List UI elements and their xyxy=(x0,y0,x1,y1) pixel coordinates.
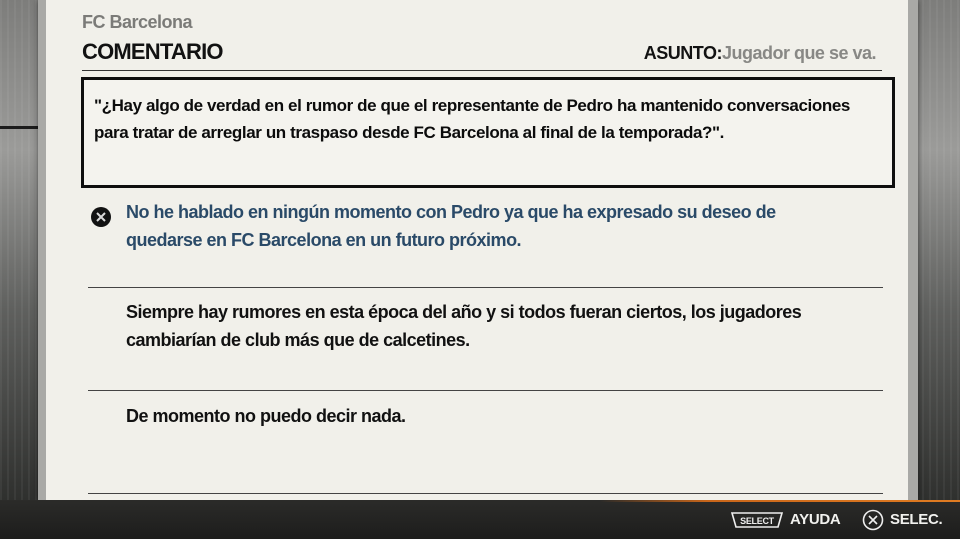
question-box: "¿Hay algo de verdad en el rumor de que … xyxy=(81,77,895,188)
select-label: SELEC. xyxy=(890,511,943,528)
select-key-icon: SELECT xyxy=(730,511,784,528)
subject-value: Jugador que se va. xyxy=(721,43,877,63)
team-name: FC Barcelona xyxy=(82,12,193,32)
help-label: AYUDA xyxy=(790,511,841,528)
help-hint[interactable]: SELECT AYUDA xyxy=(730,500,841,539)
section-title: COMENTARIO xyxy=(82,39,224,64)
answer-option-2[interactable]: Siempre hay rumores en esta época del añ… xyxy=(126,298,846,354)
option-divider xyxy=(88,390,883,391)
select-hint[interactable]: SELEC. xyxy=(862,500,943,539)
cross-key-icon xyxy=(862,509,884,530)
paper-sheet: FC Barcelona COMENTARIO ASUNTO:Jugador q… xyxy=(46,0,908,500)
option-divider xyxy=(88,287,883,288)
cross-button-icon xyxy=(91,207,111,227)
button-hint-bar: SELECT AYUDA SELEC. xyxy=(0,500,960,539)
subject-label: ASUNTO: xyxy=(643,43,723,63)
option-divider xyxy=(88,493,883,494)
subject: ASUNTO:Jugador que se va. xyxy=(643,43,877,64)
answer-option-1[interactable]: No he hablado en ningún momento con Pedr… xyxy=(126,198,846,254)
header-divider xyxy=(82,70,882,71)
answer-option-3[interactable]: De momento no puedo decir nada. xyxy=(126,402,846,430)
comment-panel: FC Barcelona COMENTARIO ASUNTO:Jugador q… xyxy=(38,0,918,500)
select-key-text: SELECT xyxy=(740,516,775,526)
